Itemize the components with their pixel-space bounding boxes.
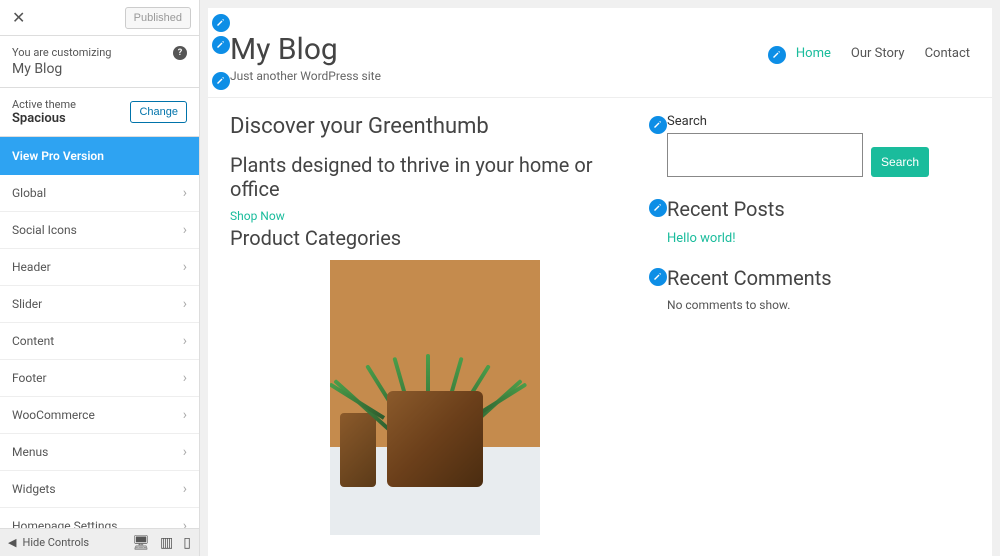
hero-heading: Discover your Greenthumb [230,114,639,139]
edit-shortcut-icon[interactable] [212,14,230,32]
close-icon[interactable]: ✕ [8,6,29,30]
edit-shortcut-icon[interactable] [212,36,230,54]
search-label: Search [667,114,863,129]
help-icon[interactable]: ? [173,46,187,60]
menu-item-widgets[interactable]: Widgets › [0,471,199,508]
no-comments-text: No comments to show. [667,298,970,312]
edit-shortcut-icon[interactable] [768,46,786,64]
menu-item-label: Homepage Settings [12,519,117,528]
product-categories-heading: Product Categories [230,226,639,250]
hide-controls-button[interactable]: Hide Controls [22,536,89,549]
chevron-right-icon: › [183,407,187,423]
chevron-right-icon: › [183,259,187,275]
site-preview: My Blog Just another WordPress site Home… [200,0,1000,556]
nav-link-our-story[interactable]: Our Story [851,46,905,61]
search-widget: Search Search [667,114,970,177]
desktop-preview-icon[interactable]: 🖥 [132,535,150,551]
chevron-right-icon: › [183,333,187,349]
menu-item-label: Header [12,260,51,274]
site-brand: My Blog Just another WordPress site [230,32,381,83]
change-theme-button[interactable]: Change [130,101,187,123]
active-theme-name: Spacious [12,111,76,126]
panel-top-bar: ✕ Published [0,0,199,36]
search-input[interactable] [667,133,863,177]
menu-item-woocommerce[interactable]: WooCommerce › [0,397,199,434]
menu-item-menus[interactable]: Menus › [0,434,199,471]
chevron-right-icon: › [183,481,187,497]
planter-main [387,391,483,487]
customizer-panel: ✕ Published You are customizing My Blog … [0,0,200,556]
edit-shortcut-icon[interactable] [212,72,230,90]
preview-frame: My Blog Just another WordPress site Home… [208,8,992,556]
chevron-right-icon: › [183,185,187,201]
menu-item-header[interactable]: Header › [0,249,199,286]
menu-item-slider[interactable]: Slider › [0,286,199,323]
recent-posts-title: Recent Posts [667,197,970,221]
menu-item-social-icons[interactable]: Social Icons › [0,212,199,249]
recent-posts-widget: Recent Posts Hello world! [667,197,970,246]
menu-item-label: Menus [12,445,48,459]
product-category-image[interactable] [330,260,540,535]
chevron-right-icon: › [183,370,187,386]
shop-now-link[interactable]: Shop Now [230,209,285,223]
collapse-icon[interactable]: ◀ [8,536,16,549]
nav-link-home[interactable]: Home [796,46,831,61]
chevron-right-icon: › [183,296,187,312]
customizing-site-title: My Blog [12,61,187,77]
active-theme-label: Active theme [12,98,76,111]
hero-subheading: Plants designed to thrive in your home o… [230,153,639,201]
menu-item-content[interactable]: Content › [0,323,199,360]
customizing-label: You are customizing [12,46,187,59]
sidebar-column: Search Search Recent Posts Hello world! … [667,110,970,535]
edit-shortcut-icon[interactable] [649,268,667,286]
menu-item-global[interactable]: Global › [0,175,199,212]
menu-item-label: Slider [12,297,42,311]
chevron-right-icon: › [183,518,187,528]
main-navigation: Home Our Story Contact [796,46,970,61]
site-tagline: Just another WordPress site [230,69,381,83]
panel-footer: ◀ Hide Controls 🖥 ▥ ▯ [0,528,199,556]
published-button[interactable]: Published [125,7,191,29]
menu-item-label: Global [12,186,46,200]
site-header: My Blog Just another WordPress site Home… [208,8,992,98]
edit-shortcut-icon[interactable] [649,199,667,217]
recent-post-link[interactable]: Hello world! [667,231,970,246]
chevron-right-icon: › [183,222,187,238]
search-button[interactable]: Search [871,147,929,177]
content-area: Discover your Greenthumb Plants designed… [208,98,992,547]
menu-item-label: Footer [12,371,47,385]
menu-item-label: Widgets [12,482,56,496]
nav-link-contact[interactable]: Contact [925,46,970,61]
menu-item-homepage-settings[interactable]: Homepage Settings › [0,508,199,528]
menu-item-label: Social Icons [12,223,77,237]
customizer-menu-list: Global › Social Icons › Header › Slider › Co… [0,175,199,528]
active-theme-row: Active theme Spacious Change [0,88,199,137]
recent-comments-widget: Recent Comments No comments to show. [667,266,970,312]
main-column: Discover your Greenthumb Plants designed… [230,110,639,535]
chevron-right-icon: › [183,444,187,460]
menu-item-footer[interactable]: Footer › [0,360,199,397]
site-title[interactable]: My Blog [230,32,381,67]
menu-item-label: WooCommerce [12,408,95,422]
mobile-preview-icon[interactable]: ▯ [183,535,191,551]
planter-side [340,413,376,487]
recent-comments-title: Recent Comments [667,266,970,290]
tablet-preview-icon[interactable]: ▥ [160,535,173,551]
menu-item-label: Content [12,334,54,348]
view-pro-version-button[interactable]: View Pro Version [0,137,199,175]
customizing-info: You are customizing My Blog ? [0,36,199,88]
edit-shortcut-icon[interactable] [649,116,667,134]
